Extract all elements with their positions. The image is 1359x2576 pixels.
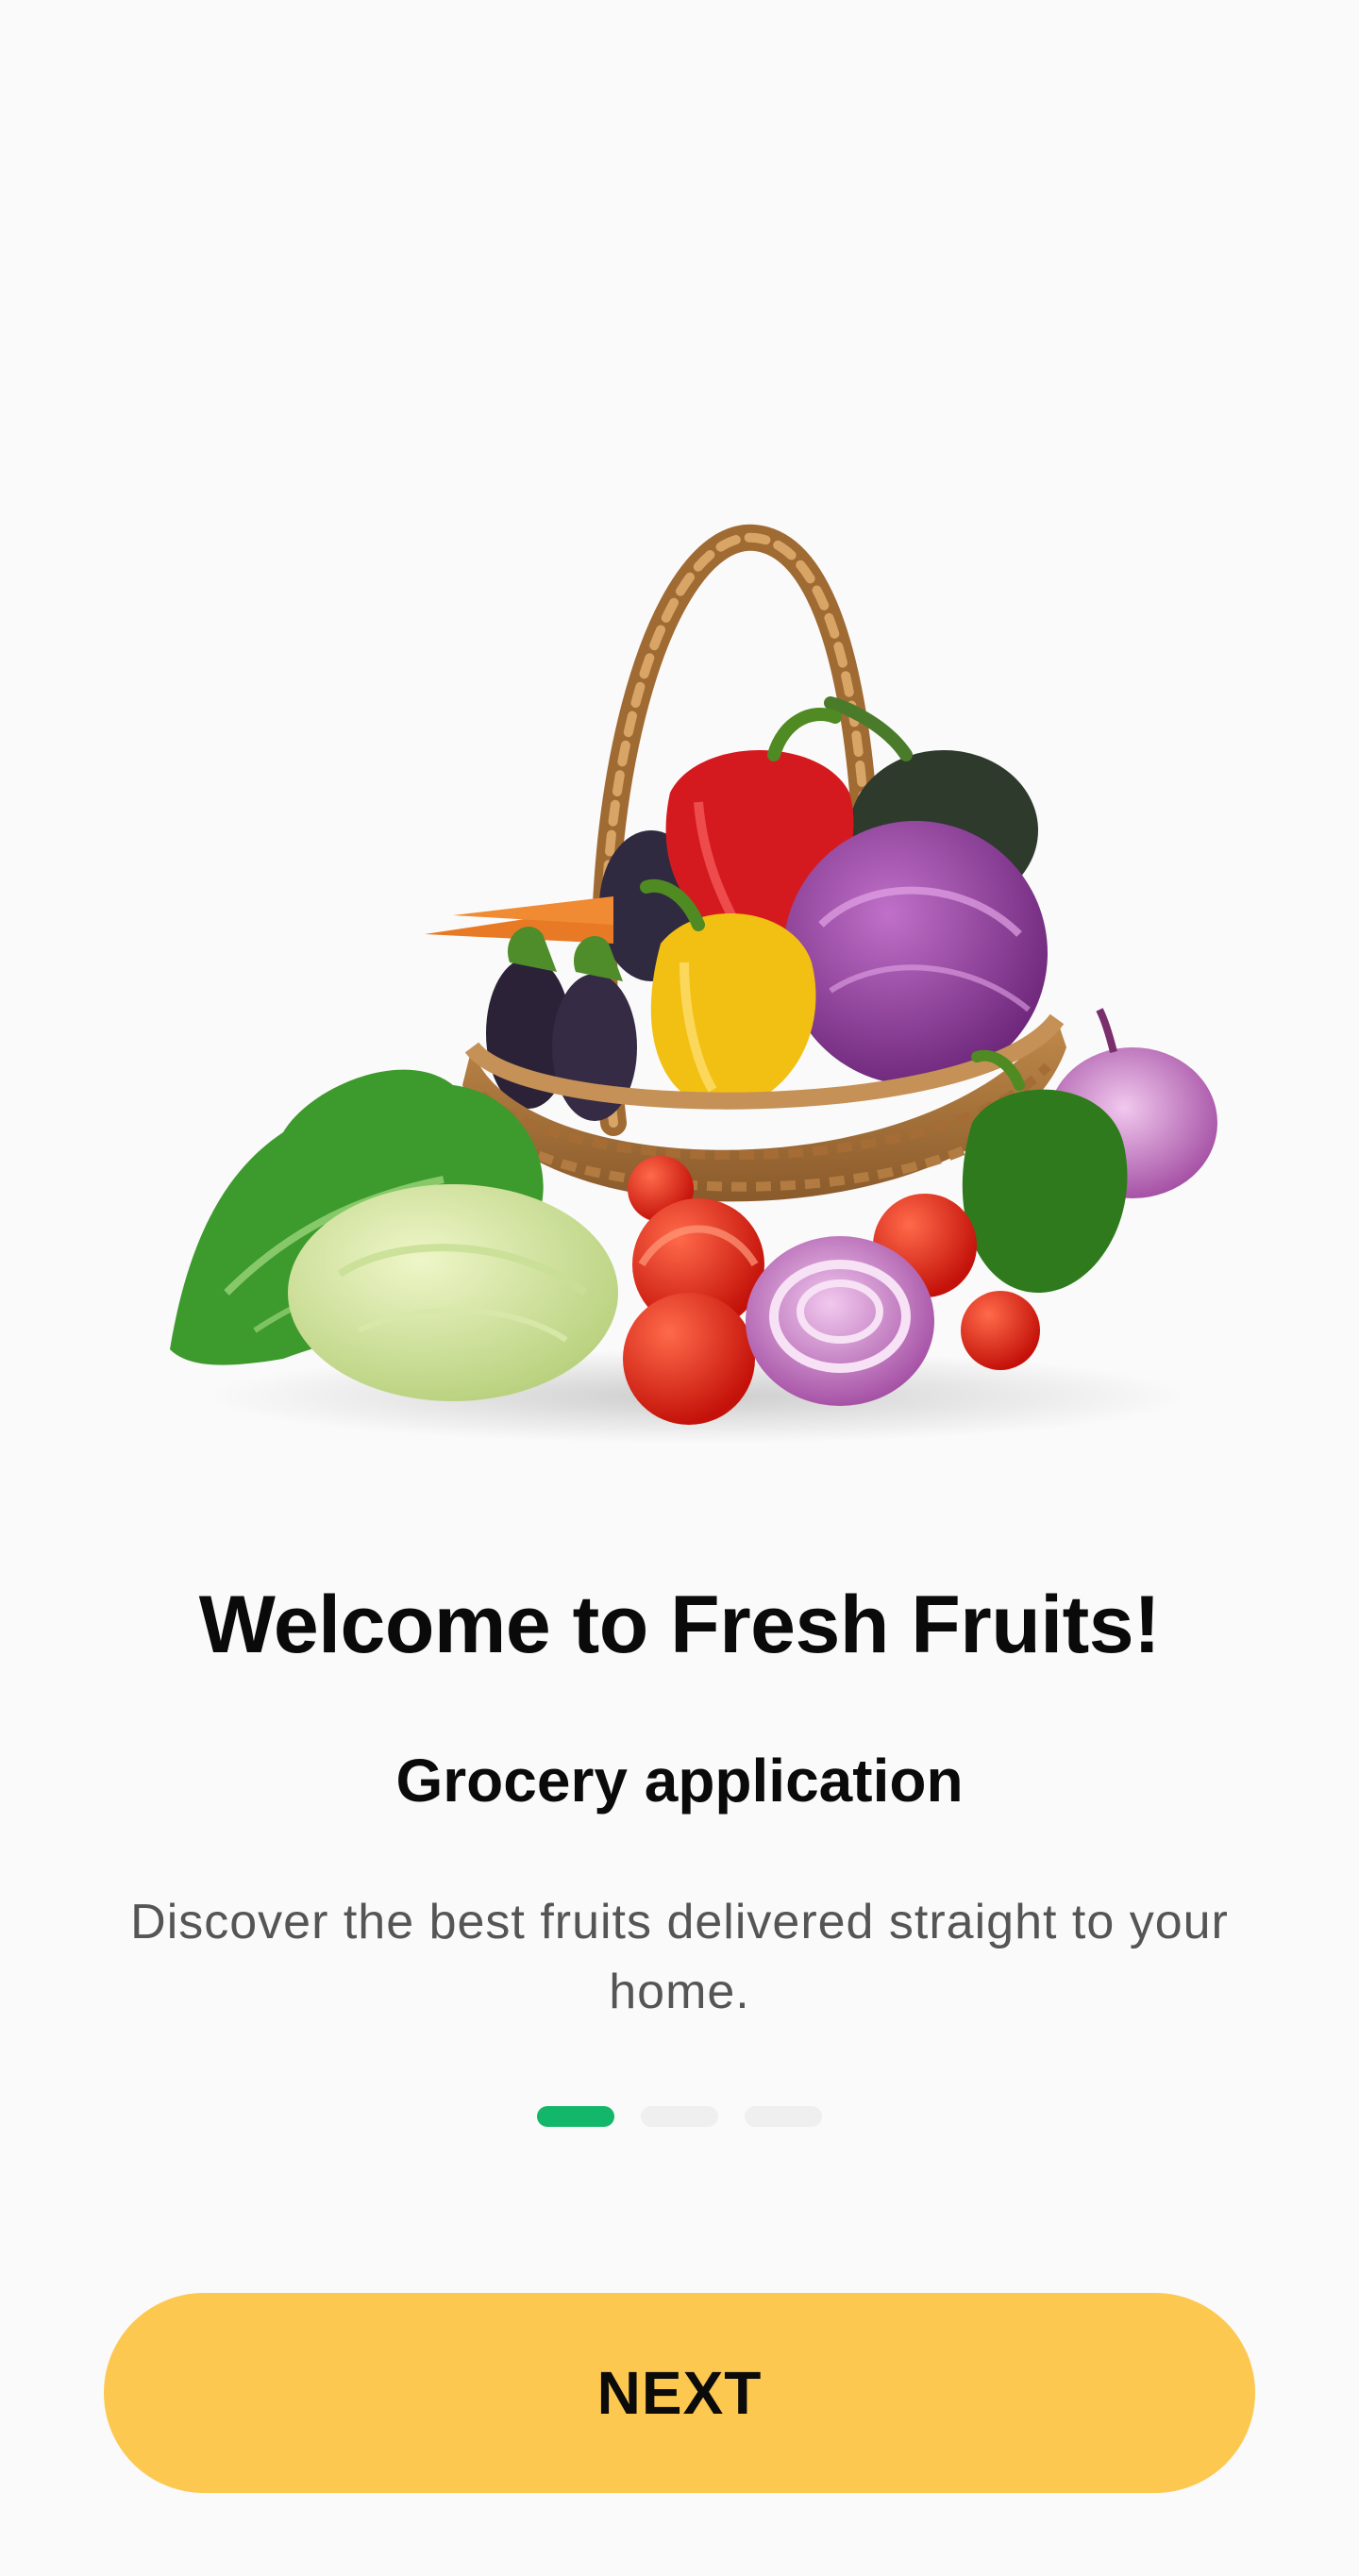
vegetable-basket-image — [170, 519, 1236, 1463]
app-subtitle: Grocery application — [395, 1747, 964, 1815]
page-dot-3[interactable] — [745, 2106, 822, 2127]
welcome-title: Welcome to Fresh Fruits! — [198, 1580, 1161, 1670]
onboarding-description: Discover the best fruits delivered strai… — [130, 1895, 1229, 2019]
next-button[interactable]: NEXT — [104, 2293, 1255, 2493]
page-dot-1[interactable] — [537, 2106, 614, 2127]
page-indicator — [0, 2106, 1359, 2127]
page-dot-2[interactable] — [641, 2106, 718, 2127]
